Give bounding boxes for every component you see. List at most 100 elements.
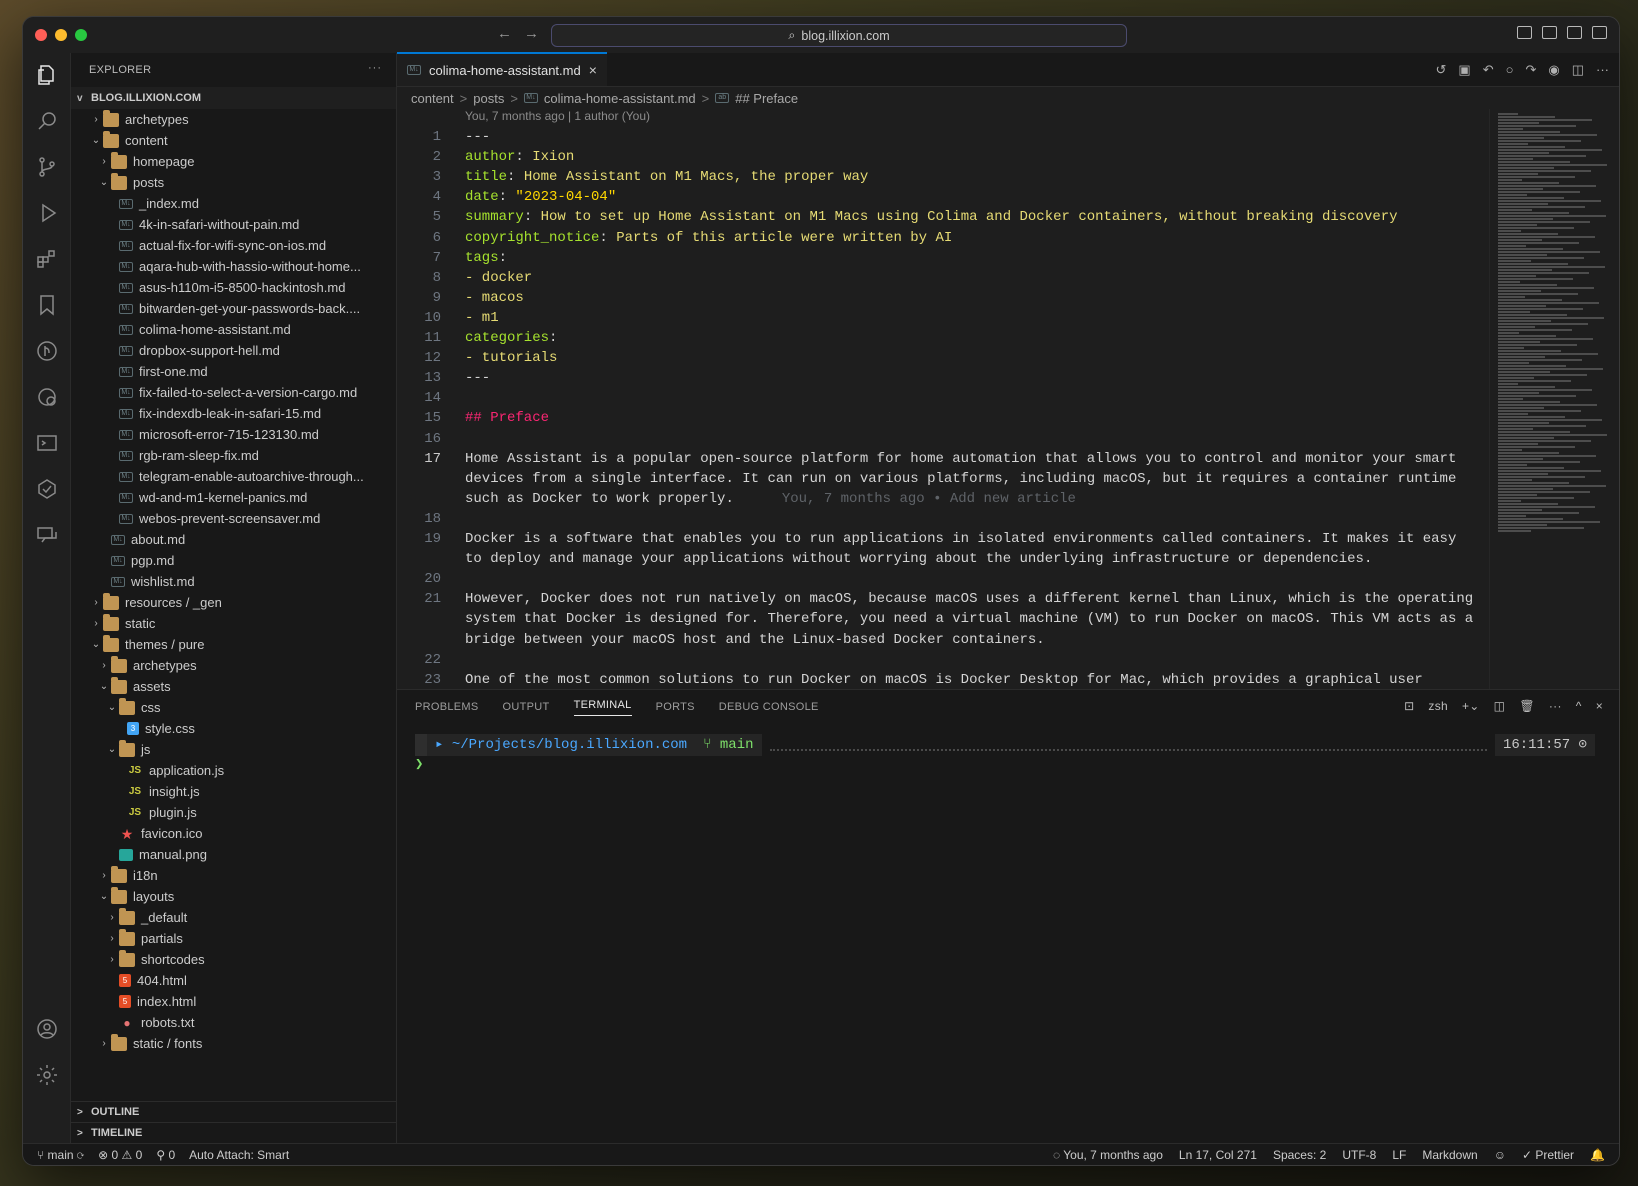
tree-item[interactable]: ⌄ themes / pure (71, 634, 396, 655)
tree-item[interactable]: › resources / _gen (71, 592, 396, 613)
customize-layout-icon[interactable] (1592, 26, 1607, 39)
maximize-panel-icon[interactable]: ^ (1576, 699, 1582, 713)
branch-status[interactable]: ⑂ main ⟳ (37, 1148, 84, 1162)
tree-item[interactable]: › homepage (71, 151, 396, 172)
tree-item[interactable]: › static (71, 613, 396, 634)
tree-item[interactable]: M↓ telegram-enable-autoarchive-through... (71, 466, 396, 487)
tree-item[interactable]: › _default (71, 907, 396, 928)
revert-icon[interactable]: ○ (1506, 62, 1514, 78)
split-terminal-icon[interactable]: ◫ (1494, 699, 1506, 713)
settings-gear-icon[interactable] (35, 1063, 59, 1087)
tree-item[interactable]: M↓ wd-and-m1-kernel-panics.md (71, 487, 396, 508)
more-actions-icon[interactable]: ··· (368, 62, 382, 74)
indentation-status[interactable]: Spaces: 2 (1273, 1148, 1326, 1162)
explorer-icon[interactable] (35, 63, 59, 87)
toggle-panel-icon[interactable] (1542, 26, 1557, 39)
toggle-sidebar-icon[interactable] (1517, 26, 1532, 39)
back-arrow-icon[interactable]: ← (497, 25, 512, 42)
more-actions-icon[interactable]: ··· (1549, 699, 1562, 713)
tree-item[interactable]: › static / fonts (71, 1033, 396, 1054)
tree-item[interactable]: 5 404.html (71, 970, 396, 991)
breadcrumb-item[interactable]: ## Preface (735, 91, 798, 106)
close-window-button[interactable] (35, 29, 47, 41)
tree-item[interactable]: manual.png (71, 844, 396, 865)
tree-item[interactable]: M↓ 4k-in-safari-without-pain.md (71, 214, 396, 235)
trash-icon[interactable]: 🗑 (1519, 699, 1535, 713)
tree-item[interactable]: ⌄ css (71, 697, 396, 718)
ports-status[interactable]: ⚲ 0 (156, 1148, 175, 1162)
toggle-secondary-sidebar-icon[interactable] (1567, 26, 1582, 39)
tree-item[interactable]: ★ favicon.ico (71, 823, 396, 844)
code-editor[interactable]: You, 7 months ago | 1 author (You) 1 --- 2… (397, 109, 1489, 689)
outline-section[interactable]: > OUTLINE (71, 1101, 396, 1122)
git-graph-icon[interactable] (35, 339, 59, 363)
workspace-root[interactable]: v BLOG.ILLIXION.COM (71, 87, 396, 109)
tree-item[interactable]: ⌄ js (71, 739, 396, 760)
encoding-status[interactable]: UTF-8 (1342, 1148, 1376, 1162)
tab-debug-console[interactable]: DEBUG CONSOLE (719, 701, 819, 713)
tree-item[interactable]: ⌄ content (71, 130, 396, 151)
terminal-prompt-line[interactable]: ▸ ~/Projects/blog.illixion.com ⑂ main 16… (415, 734, 1595, 756)
tree-item[interactable]: M↓ _index.md (71, 193, 396, 214)
tree-item[interactable]: 3 style.css (71, 718, 396, 739)
tree-item[interactable]: › partials (71, 928, 396, 949)
more-actions-icon[interactable]: ··· (1596, 62, 1609, 78)
breadcrumb-item[interactable]: colima-home-assistant.md (544, 91, 696, 106)
tree-item[interactable]: M↓ actual-fix-for-wifi-sync-on-ios.md (71, 235, 396, 256)
breadcrumb-item[interactable]: content (411, 91, 454, 106)
tree-item[interactable]: M↓ fix-indexdb-leak-in-safari-15.md (71, 403, 396, 424)
prettier-status[interactable]: ✓ Prettier (1522, 1148, 1574, 1162)
git-lens-icon[interactable]: ◉ (1548, 62, 1559, 78)
minimap[interactable] (1489, 109, 1619, 689)
comments-icon[interactable] (35, 523, 59, 547)
timeline-section[interactable]: > TIMELINE (71, 1122, 396, 1143)
tree-item[interactable]: JS insight.js (71, 781, 396, 802)
tree-item[interactable]: M↓ webos-prevent-screensaver.md (71, 508, 396, 529)
tree-item[interactable]: M↓ pgp.md (71, 550, 396, 571)
copilot-icon[interactable]: ☺ (1494, 1148, 1506, 1162)
tab-problems[interactable]: PROBLEMS (415, 701, 479, 713)
forward-arrow-icon[interactable]: → (524, 25, 539, 42)
tab-ports[interactable]: PORTS (656, 701, 695, 713)
tree-item[interactable]: ⌄ posts (71, 172, 396, 193)
tree-item[interactable]: ⌄ layouts (71, 886, 396, 907)
auto-attach-status[interactable]: Auto Attach: Smart (189, 1148, 289, 1162)
next-change-icon[interactable]: ↷ (1525, 62, 1536, 78)
notifications-bell-icon[interactable]: 🔔 (1590, 1148, 1605, 1162)
terminal-prompt[interactable]: ❯ (415, 756, 423, 773)
tree-item[interactable]: M↓ bitwarden-get-your-passwords-back.... (71, 298, 396, 319)
tree-item[interactable]: M↓ wishlist.md (71, 571, 396, 592)
previous-change-icon[interactable]: ↶ (1483, 62, 1494, 78)
tree-item[interactable]: M↓ dropbox-support-hell.md (71, 340, 396, 361)
breadcrumb-item[interactable]: posts (473, 91, 504, 106)
blame-status[interactable]: ◌ You, 7 months ago (1053, 1148, 1163, 1162)
extensions-icon[interactable] (35, 247, 59, 271)
source-control-icon[interactable] (35, 155, 59, 179)
close-icon[interactable]: × (589, 62, 597, 78)
new-terminal-icon[interactable]: +⌄ (1462, 699, 1480, 713)
tree-item[interactable]: JS application.js (71, 760, 396, 781)
maximize-window-button[interactable] (75, 29, 87, 41)
errors-warnings-status[interactable]: ⊗ 0 ⚠ 0 (98, 1148, 142, 1162)
tree-item[interactable]: M↓ rgb-ram-sleep-fix.md (71, 445, 396, 466)
language-mode[interactable]: Markdown (1422, 1148, 1477, 1162)
accounts-icon[interactable] (35, 1017, 59, 1041)
eol-status[interactable]: LF (1392, 1148, 1406, 1162)
shell-name[interactable]: zsh (1428, 699, 1448, 713)
tree-item[interactable]: M↓ first-one.md (71, 361, 396, 382)
tree-item[interactable]: M↓ colima-home-assistant.md (71, 319, 396, 340)
timeline-history-icon[interactable]: ↺ (1435, 62, 1446, 78)
remote-explorer-icon[interactable] (35, 385, 59, 409)
tree-item[interactable]: › archetypes (71, 109, 396, 130)
tree-item[interactable]: M↓ aqara-hub-with-hassio-without-home... (71, 256, 396, 277)
tree-item[interactable]: M↓ microsoft-error-715-123130.md (71, 424, 396, 445)
search-icon[interactable] (35, 109, 59, 133)
tree-item[interactable]: ⌄ assets (71, 676, 396, 697)
tree-item[interactable]: › i18n (71, 865, 396, 886)
tree-item[interactable]: M↓ fix-failed-to-select-a-version-cargo.m… (71, 382, 396, 403)
testing-icon[interactable] (35, 477, 59, 501)
tab-colima-home-assistant[interactable]: M↓ colima-home-assistant.md × (397, 52, 607, 86)
run-debug-icon[interactable] (35, 201, 59, 225)
tree-item[interactable]: ● robots.txt (71, 1012, 396, 1033)
terminal-icon[interactable] (35, 431, 59, 455)
